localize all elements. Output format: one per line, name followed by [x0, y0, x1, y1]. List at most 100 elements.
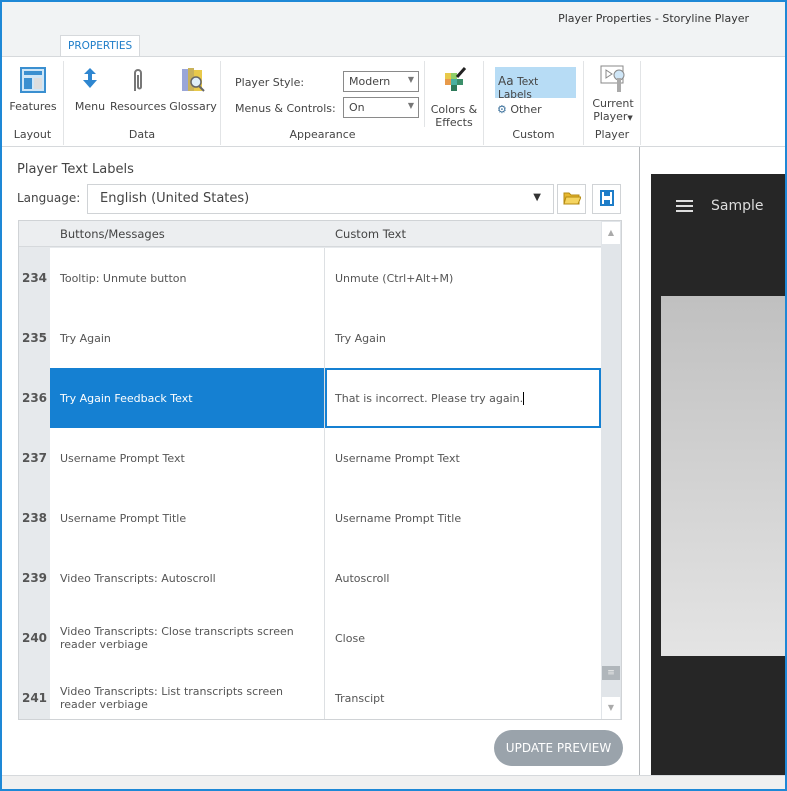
custom-text-cell[interactable]: Unmute (Ctrl+Alt+M) — [325, 248, 601, 308]
group-label-layout: Layout — [13, 128, 52, 141]
group-layout: Features Layout — [2, 61, 64, 145]
menu-label: Menu — [74, 100, 106, 113]
chevron-down-icon: ▼ — [533, 192, 541, 203]
custom-text-cell[interactable]: Transcipt — [325, 668, 601, 719]
glossary-button[interactable]: Glossary — [168, 65, 218, 113]
other-label: Other — [510, 103, 542, 116]
text-cursor — [523, 391, 525, 405]
vertical-scrollbar[interactable]: ▲ ≡ ▼ — [601, 221, 621, 719]
menu-button[interactable]: Menu — [72, 65, 108, 113]
scroll-up-icon[interactable]: ▲ — [602, 222, 620, 244]
preview-slide — [661, 296, 785, 656]
group-player: Current Player▼ Player — [584, 61, 641, 145]
current-player-label-1: Current — [592, 97, 634, 110]
text-labels-button[interactable]: Aa Text Labels — [495, 67, 576, 101]
custom-text-cell[interactable]: Username Prompt Title — [325, 488, 601, 548]
current-player-icon — [598, 63, 628, 93]
group-label-custom: Custom — [512, 128, 555, 141]
player-style-value: Modern — [349, 75, 391, 88]
gear-icon: ⚙ — [497, 103, 507, 116]
tab-properties[interactable]: PROPERTIES — [60, 35, 141, 57]
row-number: 240 — [19, 608, 50, 668]
row-label[interactable]: Try Again — [50, 308, 325, 368]
row-label[interactable]: Username Prompt Text — [50, 428, 325, 488]
menus-controls-select[interactable]: On ▼ — [343, 97, 419, 118]
row-label[interactable]: Video Transcripts: Close transcripts scr… — [50, 608, 325, 668]
window-title: Player Properties - Storyline Player — [558, 12, 749, 25]
row-number: 236 — [19, 368, 50, 428]
title-bar: Player Properties - Storyline Player PRO… — [2, 2, 785, 57]
column-header-buttons-messages[interactable]: Buttons/Messages — [60, 227, 165, 241]
open-folder-button[interactable] — [557, 184, 586, 214]
text-labels-icon: Aa — [498, 74, 514, 88]
content-area: Player Text Labels Language: English (Un… — [2, 147, 785, 777]
preview-title: Sample — [711, 198, 764, 214]
scroll-thumb[interactable]: ≡ — [602, 666, 620, 680]
other-button[interactable]: ⚙ Other — [497, 103, 542, 116]
table-row[interactable]: 237 Username Prompt Text Username Prompt… — [19, 428, 601, 488]
table-row[interactable]: 240 Video Transcripts: Close transcripts… — [19, 608, 601, 668]
colors-effects-icon — [439, 65, 469, 95]
row-label[interactable]: Tooltip: Unmute button — [50, 248, 325, 308]
group-custom: Aa Text Labels ⚙ Other Custom — [484, 61, 584, 145]
row-number: 241 — [19, 668, 50, 719]
table-row[interactable]: 241 Video Transcripts: List transcripts … — [19, 668, 601, 719]
column-header-custom-text[interactable]: Custom Text — [335, 227, 406, 241]
table-row[interactable]: 234 Tooltip: Unmute button Unmute (Ctrl+… — [19, 248, 601, 308]
language-select[interactable]: English (United States) ▼ — [87, 184, 554, 214]
group-label-player: Player — [594, 128, 630, 141]
custom-text-cell[interactable]: Close — [325, 608, 601, 668]
table-row[interactable]: 235 Try Again Try Again — [19, 308, 601, 368]
group-label-appearance: Appearance — [289, 128, 356, 141]
text-labels-table: Buttons/Messages Custom Text 234 Tooltip… — [18, 220, 622, 720]
panel-divider[interactable] — [639, 147, 640, 777]
group-data: Menu Resources Glossary Data — [64, 61, 221, 145]
custom-text-cell[interactable]: Username Prompt Text — [325, 428, 601, 488]
table-row[interactable]: 239 Video Transcripts: Autoscroll Autosc… — [19, 548, 601, 608]
custom-text-value: Close — [335, 631, 365, 645]
features-icon — [18, 65, 48, 95]
language-value: English (United States) — [100, 191, 250, 206]
save-icon — [599, 189, 614, 209]
row-label[interactable]: Try Again Feedback Text — [50, 368, 325, 428]
table-row[interactable]: 238 Username Prompt Title Username Promp… — [19, 488, 601, 548]
player-preview: Sample — [651, 174, 785, 777]
menus-controls-label: Menus & Controls: — [235, 102, 336, 115]
row-label[interactable]: Username Prompt Title — [50, 488, 325, 548]
menus-controls-value: On — [349, 101, 365, 114]
custom-text-cell[interactable]: Try Again — [325, 308, 601, 368]
scroll-down-icon[interactable]: ▼ — [602, 697, 620, 719]
player-style-select[interactable]: Modern ▼ — [343, 71, 419, 92]
dropdown-arrow-icon: ▼ — [627, 114, 633, 122]
save-button[interactable] — [592, 184, 621, 214]
current-player-label-2: Player — [593, 110, 628, 123]
status-bar — [2, 775, 785, 789]
language-label: Language: — [17, 191, 81, 205]
update-preview-button[interactable]: UPDATE PREVIEW — [494, 730, 623, 766]
row-number: 238 — [19, 488, 50, 548]
current-player-button[interactable]: Current Player▼ — [588, 63, 638, 125]
row-number: 239 — [19, 548, 50, 608]
colors-effects-label-1: Colors & — [430, 103, 478, 116]
chevron-down-icon: ▼ — [407, 101, 414, 110]
resources-label: Resources — [110, 100, 167, 113]
features-button[interactable]: Features — [8, 65, 58, 113]
custom-text-cell[interactable]: That is incorrect. Please try again. — [325, 368, 601, 428]
panel-heading: Player Text Labels — [17, 162, 134, 177]
ribbon: Features Layout Menu Resources Glossary … — [2, 56, 785, 147]
row-label[interactable]: Video Transcripts: Autoscroll — [50, 548, 325, 608]
hamburger-menu-icon — [676, 200, 693, 215]
glossary-label: Glossary — [169, 100, 217, 113]
row-label-text: Tooltip: Unmute button — [60, 271, 187, 285]
paperclip-icon — [123, 65, 153, 95]
custom-text-value[interactable]: That is incorrect. Please try again. — [335, 392, 523, 405]
custom-text-value: Transcipt — [335, 691, 385, 705]
group-label-data: Data — [128, 128, 156, 141]
row-label[interactable]: Video Transcripts: List transcripts scre… — [50, 668, 325, 719]
resources-button[interactable]: Resources — [110, 65, 166, 113]
custom-text-value: Autoscroll — [335, 571, 390, 585]
features-label: Features — [9, 100, 57, 113]
table-row[interactable]: 236 Try Again Feedback Text That is inco… — [19, 368, 601, 428]
custom-text-cell[interactable]: Autoscroll — [325, 548, 601, 608]
colors-effects-button[interactable]: Colors & Effects — [427, 65, 481, 129]
